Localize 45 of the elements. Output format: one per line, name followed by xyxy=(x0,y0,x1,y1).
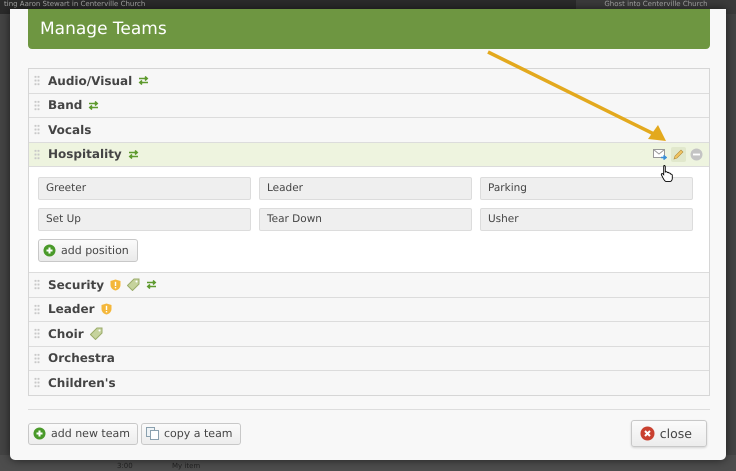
position-item[interactable]: Set Up xyxy=(38,208,251,231)
dialog-title: Manage Teams xyxy=(40,19,167,39)
team-name: Vocals xyxy=(48,122,92,137)
swap-arrows-icon xyxy=(138,76,150,86)
position-item[interactable]: Greeter xyxy=(38,177,251,200)
shield-warning-icon xyxy=(110,278,122,291)
tag-icon xyxy=(127,278,140,292)
team-row[interactable]: Hospitality xyxy=(29,142,709,166)
position-item[interactable]: Parking xyxy=(480,177,693,200)
position-item[interactable]: Usher xyxy=(480,208,693,231)
drag-handle-icon[interactable] xyxy=(34,75,40,86)
close-circle-icon xyxy=(640,426,655,441)
plus-circle-icon xyxy=(43,244,56,257)
drag-handle-icon[interactable] xyxy=(34,100,40,111)
drag-handle-icon[interactable] xyxy=(34,279,40,290)
drag-handle-icon[interactable] xyxy=(34,352,40,364)
team-name: Security xyxy=(48,278,104,292)
team-name: Children's xyxy=(48,376,116,390)
team-name: Band xyxy=(48,98,82,112)
add-new-team-button[interactable]: add new team xyxy=(28,422,138,444)
team-name: Choir xyxy=(48,326,84,341)
position-item[interactable]: Leader xyxy=(259,177,472,200)
drag-handle-icon[interactable] xyxy=(34,328,40,340)
plus-circle-icon xyxy=(33,427,46,440)
drag-handle-icon[interactable] xyxy=(34,377,40,388)
swap-arrows-icon xyxy=(146,280,158,290)
team-name: Audio/Visual xyxy=(48,74,132,88)
add-position-button[interactable]: add position xyxy=(38,239,138,262)
team-name: Hospitality xyxy=(48,147,122,162)
drag-handle-icon[interactable] xyxy=(34,304,40,315)
copy-team-button[interactable]: copy a team xyxy=(140,422,241,444)
close-button[interactable]: close xyxy=(630,420,707,447)
team-name: Orchestra xyxy=(48,351,115,366)
drag-handle-icon[interactable] xyxy=(34,148,40,160)
shield-warning-icon xyxy=(100,303,112,316)
drag-handle-icon[interactable] xyxy=(34,124,40,136)
team-name: Leader xyxy=(48,302,95,316)
copy-icon xyxy=(146,427,159,440)
swap-arrows-icon xyxy=(88,100,100,110)
edit-pencil-icon[interactable] xyxy=(671,146,686,162)
tag-icon xyxy=(90,327,103,340)
email-icon[interactable] xyxy=(653,148,667,160)
swap-arrows-icon xyxy=(128,150,139,159)
remove-icon[interactable] xyxy=(690,148,703,161)
position-item[interactable]: Tear Down xyxy=(259,208,472,231)
